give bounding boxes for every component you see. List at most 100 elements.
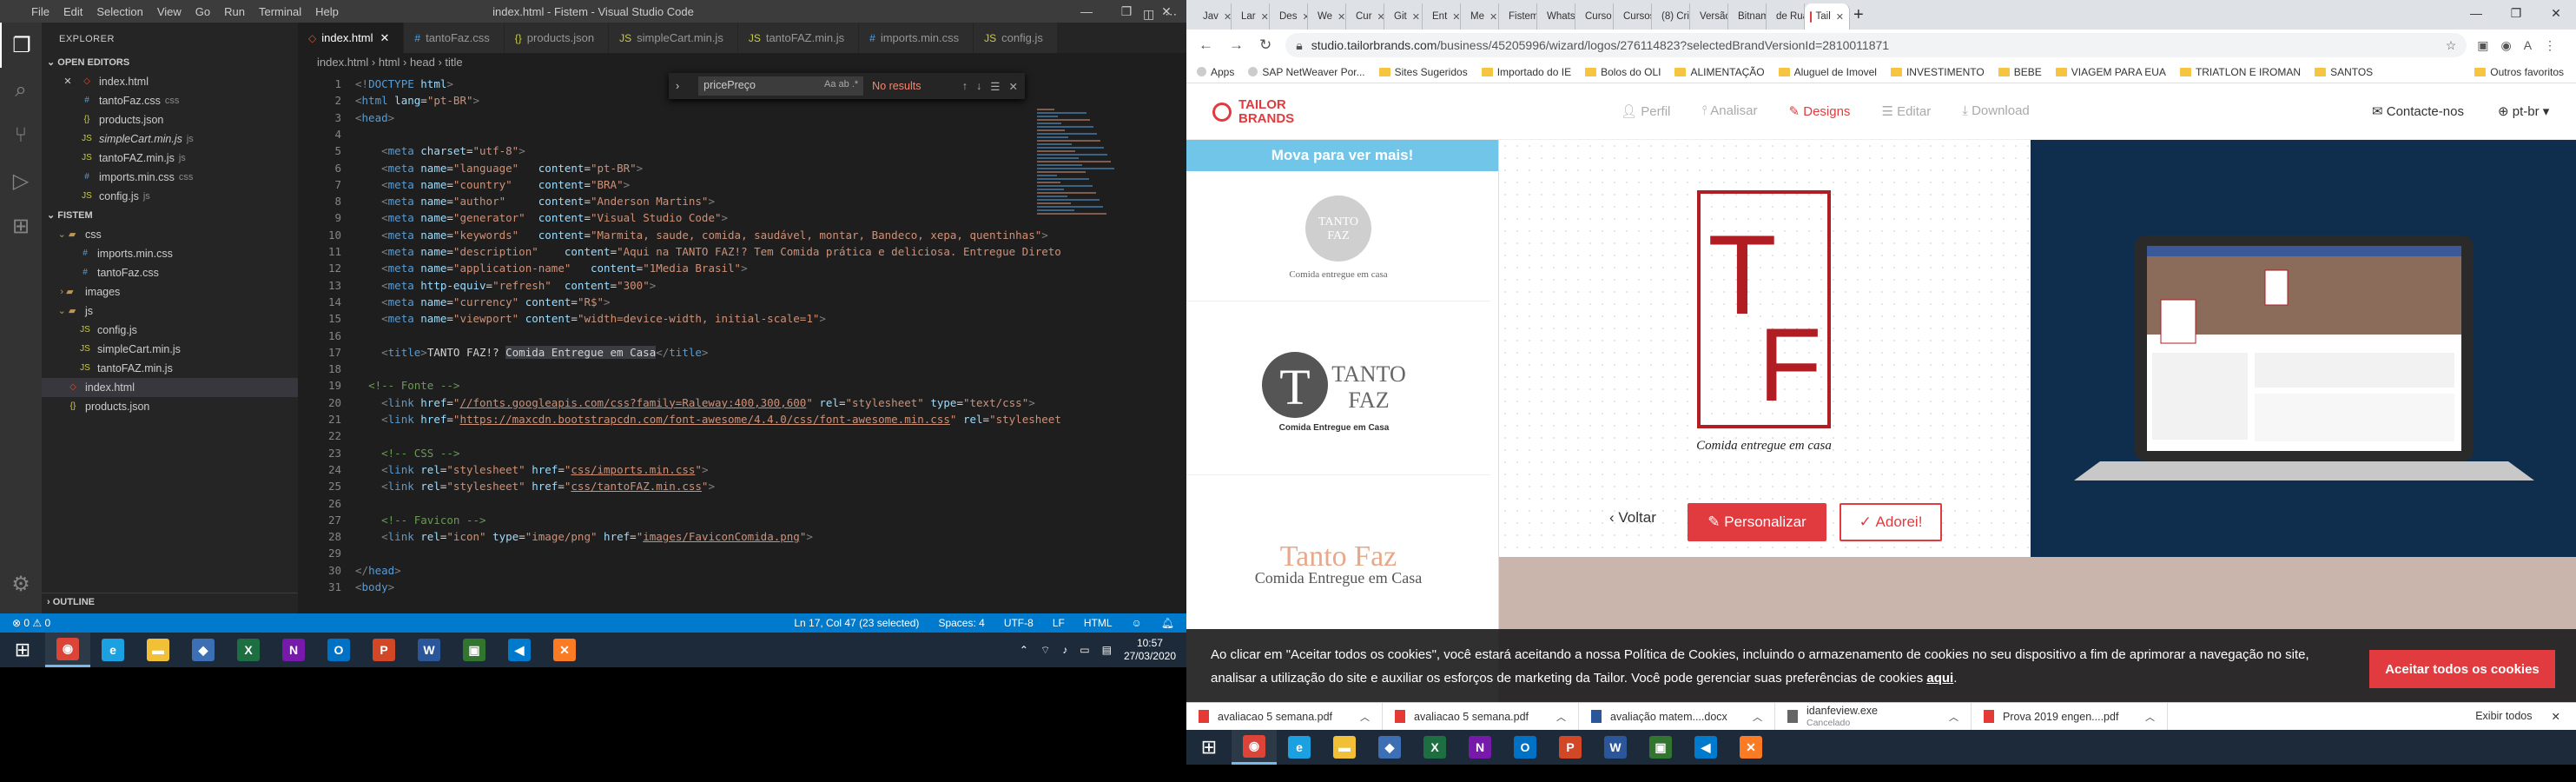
find-options[interactable]: Aa ab .* bbox=[824, 79, 858, 93]
bookmark-item[interactable]: BEBE bbox=[1998, 66, 2042, 78]
back-arrow-icon[interactable]: ← bbox=[1199, 36, 1213, 54]
open-editor-item[interactable]: JS tantoFAZ.min.js js bbox=[42, 149, 298, 168]
download-item[interactable]: avaliacao 5 semana.pdf ︿ bbox=[1186, 702, 1383, 730]
tab-close-icon[interactable]: ✕ bbox=[1261, 11, 1269, 23]
browser-tab[interactable]: Lar ✕ bbox=[1232, 3, 1270, 30]
powerpoint-taskbar-icon[interactable]: P bbox=[361, 633, 406, 667]
wizard-step-designs[interactable]: ✎ Designs bbox=[1788, 103, 1850, 119]
browser-tab[interactable]: Versão✕ bbox=[1690, 3, 1728, 30]
chevron-up-icon[interactable]: ︿ bbox=[2145, 710, 2155, 724]
tab-imports-min-css[interactable]: # imports.min.css bbox=[859, 23, 974, 53]
chevron-up-icon[interactable]: ︿ bbox=[1556, 710, 1566, 724]
personalize-button[interactable]: ✎ Personalizar bbox=[1688, 503, 1826, 541]
browser-tab[interactable]: Cursos✕ bbox=[1614, 3, 1652, 30]
folder-item[interactable]: ⌄ ▰ js bbox=[42, 302, 298, 321]
folder-item[interactable]: › ▰ images bbox=[42, 282, 298, 302]
outline-section[interactable]: › OUTLINE bbox=[42, 593, 298, 612]
language-select[interactable]: ⊕ pt-br ▾ bbox=[2498, 103, 2549, 119]
open-editor-item[interactable]: # tantoFaz.css css bbox=[42, 91, 298, 110]
tab-close-icon[interactable]: ✕ bbox=[1489, 11, 1497, 23]
browser-tab[interactable]: Fistem✕ bbox=[1499, 3, 1537, 30]
language-mode[interactable]: HTML bbox=[1084, 617, 1113, 629]
reload-icon[interactable]: ↻ bbox=[1259, 36, 1271, 54]
clock[interactable]: 10:57 27/03/2020 bbox=[1124, 637, 1176, 663]
xampp-taskbar-icon[interactable]: ✕ bbox=[1728, 730, 1773, 765]
maximize-icon[interactable]: ❐ bbox=[1106, 0, 1146, 23]
browser-tab[interactable]: (8) Cria✕ bbox=[1652, 3, 1690, 30]
code-editor[interactable]: 1 <!DOCTYPE html> 2 <html lang="pt-BR"> 3 <he… bbox=[298, 72, 1080, 613]
file-item[interactable]: {} products.json bbox=[42, 397, 298, 416]
chrome-taskbar-icon[interactable]: ◉ bbox=[1232, 730, 1277, 765]
outlook-app-taskbar-icon[interactable]: ◆ bbox=[181, 633, 226, 667]
project-section[interactable]: ⌄ FISTEM bbox=[42, 206, 298, 225]
bookmark-item[interactable]: ALIMENTAÇÃO bbox=[1674, 66, 1765, 78]
show-all-downloads-button[interactable]: Exibir todos bbox=[2475, 710, 2532, 723]
word-taskbar-icon[interactable]: W bbox=[1593, 730, 1638, 765]
browser-tab[interactable]: WhatsA✕ bbox=[1537, 3, 1575, 30]
action-center-icon[interactable]: ▤ bbox=[1102, 644, 1112, 656]
explorer-taskbar-icon[interactable]: ▬ bbox=[135, 633, 181, 667]
split-editor-icon[interactable]: ◫ bbox=[1143, 7, 1154, 22]
onenote-taskbar-icon[interactable]: N bbox=[271, 633, 316, 667]
download-item[interactable]: avaliacao 5 semana.pdf ︿ bbox=[1383, 702, 1579, 730]
breadcrumb-item[interactable]: title bbox=[445, 56, 462, 69]
network-icon[interactable]: ⌔ bbox=[1040, 644, 1050, 657]
wizard-step-analisar[interactable]: ⫯ Analisar bbox=[1701, 103, 1757, 119]
tab-index-html[interactable]: ◇ index.html ✕ bbox=[298, 23, 405, 53]
outlook-taskbar-icon[interactable]: O bbox=[316, 633, 361, 667]
bookmark-item[interactable]: Sites Sugeridos bbox=[1378, 66, 1468, 78]
wizard-step-editar[interactable]: ☰ Editar bbox=[1881, 103, 1931, 119]
maximize-icon[interactable]: ❐ bbox=[2496, 0, 2536, 26]
tab-close-icon[interactable]: ✕ bbox=[1377, 11, 1384, 23]
toggle-replace-icon[interactable]: › bbox=[676, 80, 679, 92]
browser-tab[interactable]: We ✕ bbox=[1308, 3, 1346, 30]
onenote-taskbar-icon[interactable]: N bbox=[1457, 730, 1503, 765]
chevron-up-icon[interactable]: ⌃ bbox=[1020, 644, 1028, 656]
tab-close-icon[interactable]: ✕ bbox=[1338, 11, 1345, 23]
debug-icon[interactable]: ▷ bbox=[0, 158, 42, 203]
breadcrumb-item[interactable]: index.html bbox=[317, 56, 368, 69]
outlook-taskbar-icon[interactable]: O bbox=[1503, 730, 1548, 765]
chevron-up-icon[interactable]: ︿ bbox=[1753, 710, 1762, 724]
bookmark-item[interactable]: Apps bbox=[1197, 66, 1234, 78]
bookmark-item[interactable]: SANTOS bbox=[2315, 66, 2373, 78]
lock-icon[interactable]: 🔒︎ bbox=[1296, 38, 1302, 53]
minimize-icon[interactable]: — bbox=[2456, 0, 2496, 26]
minimap[interactable] bbox=[1034, 109, 1116, 352]
love-it-button[interactable]: ✓ Adorei! bbox=[1840, 503, 1942, 541]
xampp-taskbar-icon[interactable]: ✕ bbox=[542, 633, 587, 667]
tab-close-icon[interactable]: ✕ bbox=[1412, 11, 1420, 23]
problems-count[interactable]: ⊗ 0 ⚠ 0 bbox=[12, 617, 50, 629]
folder-item[interactable]: ⌄ ▰ css bbox=[42, 225, 298, 244]
browser-tab[interactable]: Me ✕ bbox=[1461, 3, 1499, 30]
battery-icon[interactable]: ▭ bbox=[1080, 644, 1089, 656]
source-control-icon[interactable]: ⑂ bbox=[0, 113, 42, 158]
arrow-up-icon[interactable]: ↑ bbox=[962, 80, 968, 93]
close-find-icon[interactable]: ✕ bbox=[1009, 80, 1018, 93]
extension-icon[interactable]: ◉ bbox=[2500, 38, 2511, 53]
tab-tantofaz-css[interactable]: # tantoFaz.css bbox=[404, 23, 505, 53]
browser-tab[interactable]: Jav ✕ bbox=[1193, 3, 1232, 30]
settings-gear-icon[interactable]: ⚙ bbox=[0, 561, 42, 606]
explorer-icon[interactable]: ❐ bbox=[0, 23, 42, 68]
close-icon[interactable]: ✕ bbox=[2536, 0, 2576, 26]
indentation[interactable]: Spaces: 4 bbox=[938, 617, 984, 629]
address-bar[interactable]: 🔒︎ studio.tailorbrands.com/business/4520… bbox=[1285, 33, 2467, 57]
browser-tab[interactable]: Tail ✕ bbox=[1805, 3, 1850, 30]
back-button[interactable]: ‹ Voltar bbox=[1609, 509, 1656, 527]
contact-link[interactable]: ✉ Contacte-nos bbox=[2372, 103, 2464, 119]
close-icon[interactable]: ✕ bbox=[61, 72, 75, 91]
minimize-icon[interactable]: — bbox=[1067, 0, 1106, 23]
tab-simplecart-min-js[interactable]: JS simpleCart.min.js bbox=[609, 23, 738, 53]
start-windows-icon[interactable]: ⊞ bbox=[0, 633, 45, 667]
tab-close-icon[interactable]: ✕ bbox=[1224, 11, 1231, 23]
volume-icon[interactable]: ♪ bbox=[1062, 644, 1067, 656]
browser-tab[interactable]: Des✕ bbox=[1270, 3, 1308, 30]
extensions-icon[interactable]: ⊞ bbox=[0, 203, 42, 249]
excel-taskbar-icon[interactable]: X bbox=[1412, 730, 1457, 765]
open-editor-item[interactable]: {} products.json bbox=[42, 110, 298, 129]
wizard-step-download[interactable]: ⤓ Download bbox=[1962, 103, 2030, 119]
encoding[interactable]: UTF-8 bbox=[1004, 617, 1034, 629]
open-editor-item[interactable]: # imports.min.css css bbox=[42, 168, 298, 187]
chevron-up-icon[interactable]: ︿ bbox=[1360, 710, 1370, 724]
